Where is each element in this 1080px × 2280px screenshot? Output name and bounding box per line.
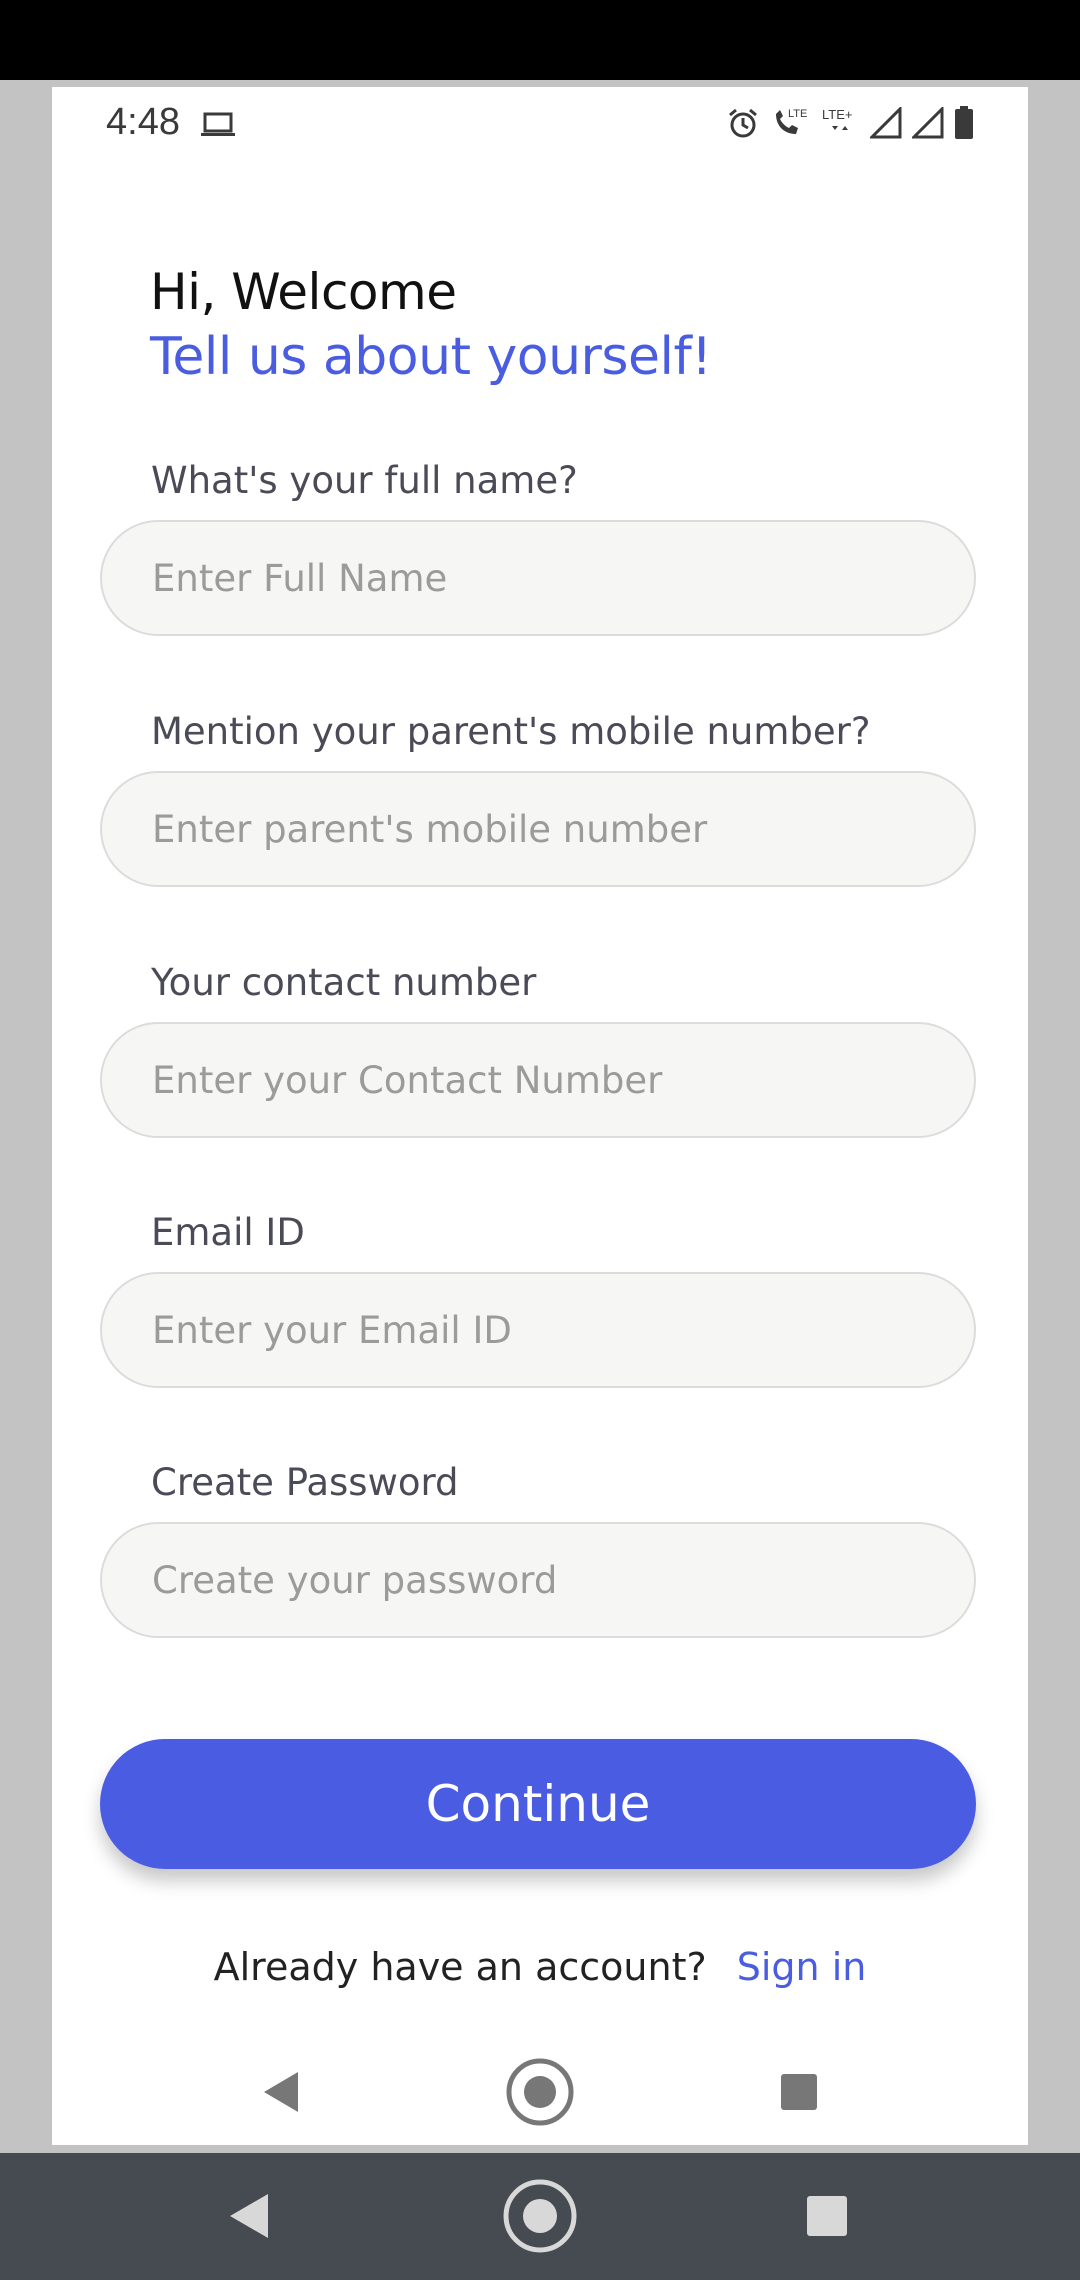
password-input[interactable] [100,1522,976,1638]
signal-icon [870,107,902,139]
page-subtitle: Tell us about yourself! [150,327,712,387]
full-name-input[interactable] [100,520,976,636]
signal-icon [912,107,944,139]
recents-icon[interactable] [782,2171,872,2261]
system-navigation-bar [0,2153,1080,2280]
signin-row: Already have an account? Sign in [52,1945,1028,1989]
account-question: Already have an account? [213,1945,707,1989]
app-navigation-bar [52,2047,1028,2137]
lte-call-icon: LTE [770,106,810,140]
parent-mobile-label: Mention your parent's mobile number? [151,710,871,753]
app-screen: 4:48 LTE LTE+ Hi, Welcome Tell us about … [52,87,1028,2145]
svg-text:LTE: LTE [788,108,807,120]
email-input[interactable] [100,1272,976,1388]
alarm-icon [726,106,760,140]
status-bar: 4:48 LTE LTE+ [52,87,1028,159]
continue-button[interactable]: Continue [100,1739,976,1869]
password-label: Create Password [151,1461,459,1504]
sign-in-link[interactable]: Sign in [737,1945,867,1989]
greeting-title: Hi, Welcome [150,263,457,321]
status-icons: LTE LTE+ [726,105,974,141]
status-time: 4:48 [106,101,180,143]
back-icon[interactable] [205,2171,295,2261]
home-icon[interactable] [495,2171,585,2261]
laptop-icon [200,111,236,139]
contact-number-input[interactable] [100,1022,976,1138]
contact-number-label: Your contact number [151,961,537,1004]
email-label: Email ID [151,1211,305,1254]
back-icon[interactable] [237,2047,327,2137]
home-icon[interactable] [495,2047,585,2137]
lte-plus-icon: LTE+ [820,106,860,140]
recents-icon[interactable] [754,2047,844,2137]
svg-text:LTE+: LTE+ [822,107,852,122]
full-name-label: What's your full name? [151,459,578,502]
top-black-bar [0,0,1080,80]
battery-icon [954,106,974,140]
parent-mobile-input[interactable] [100,771,976,887]
